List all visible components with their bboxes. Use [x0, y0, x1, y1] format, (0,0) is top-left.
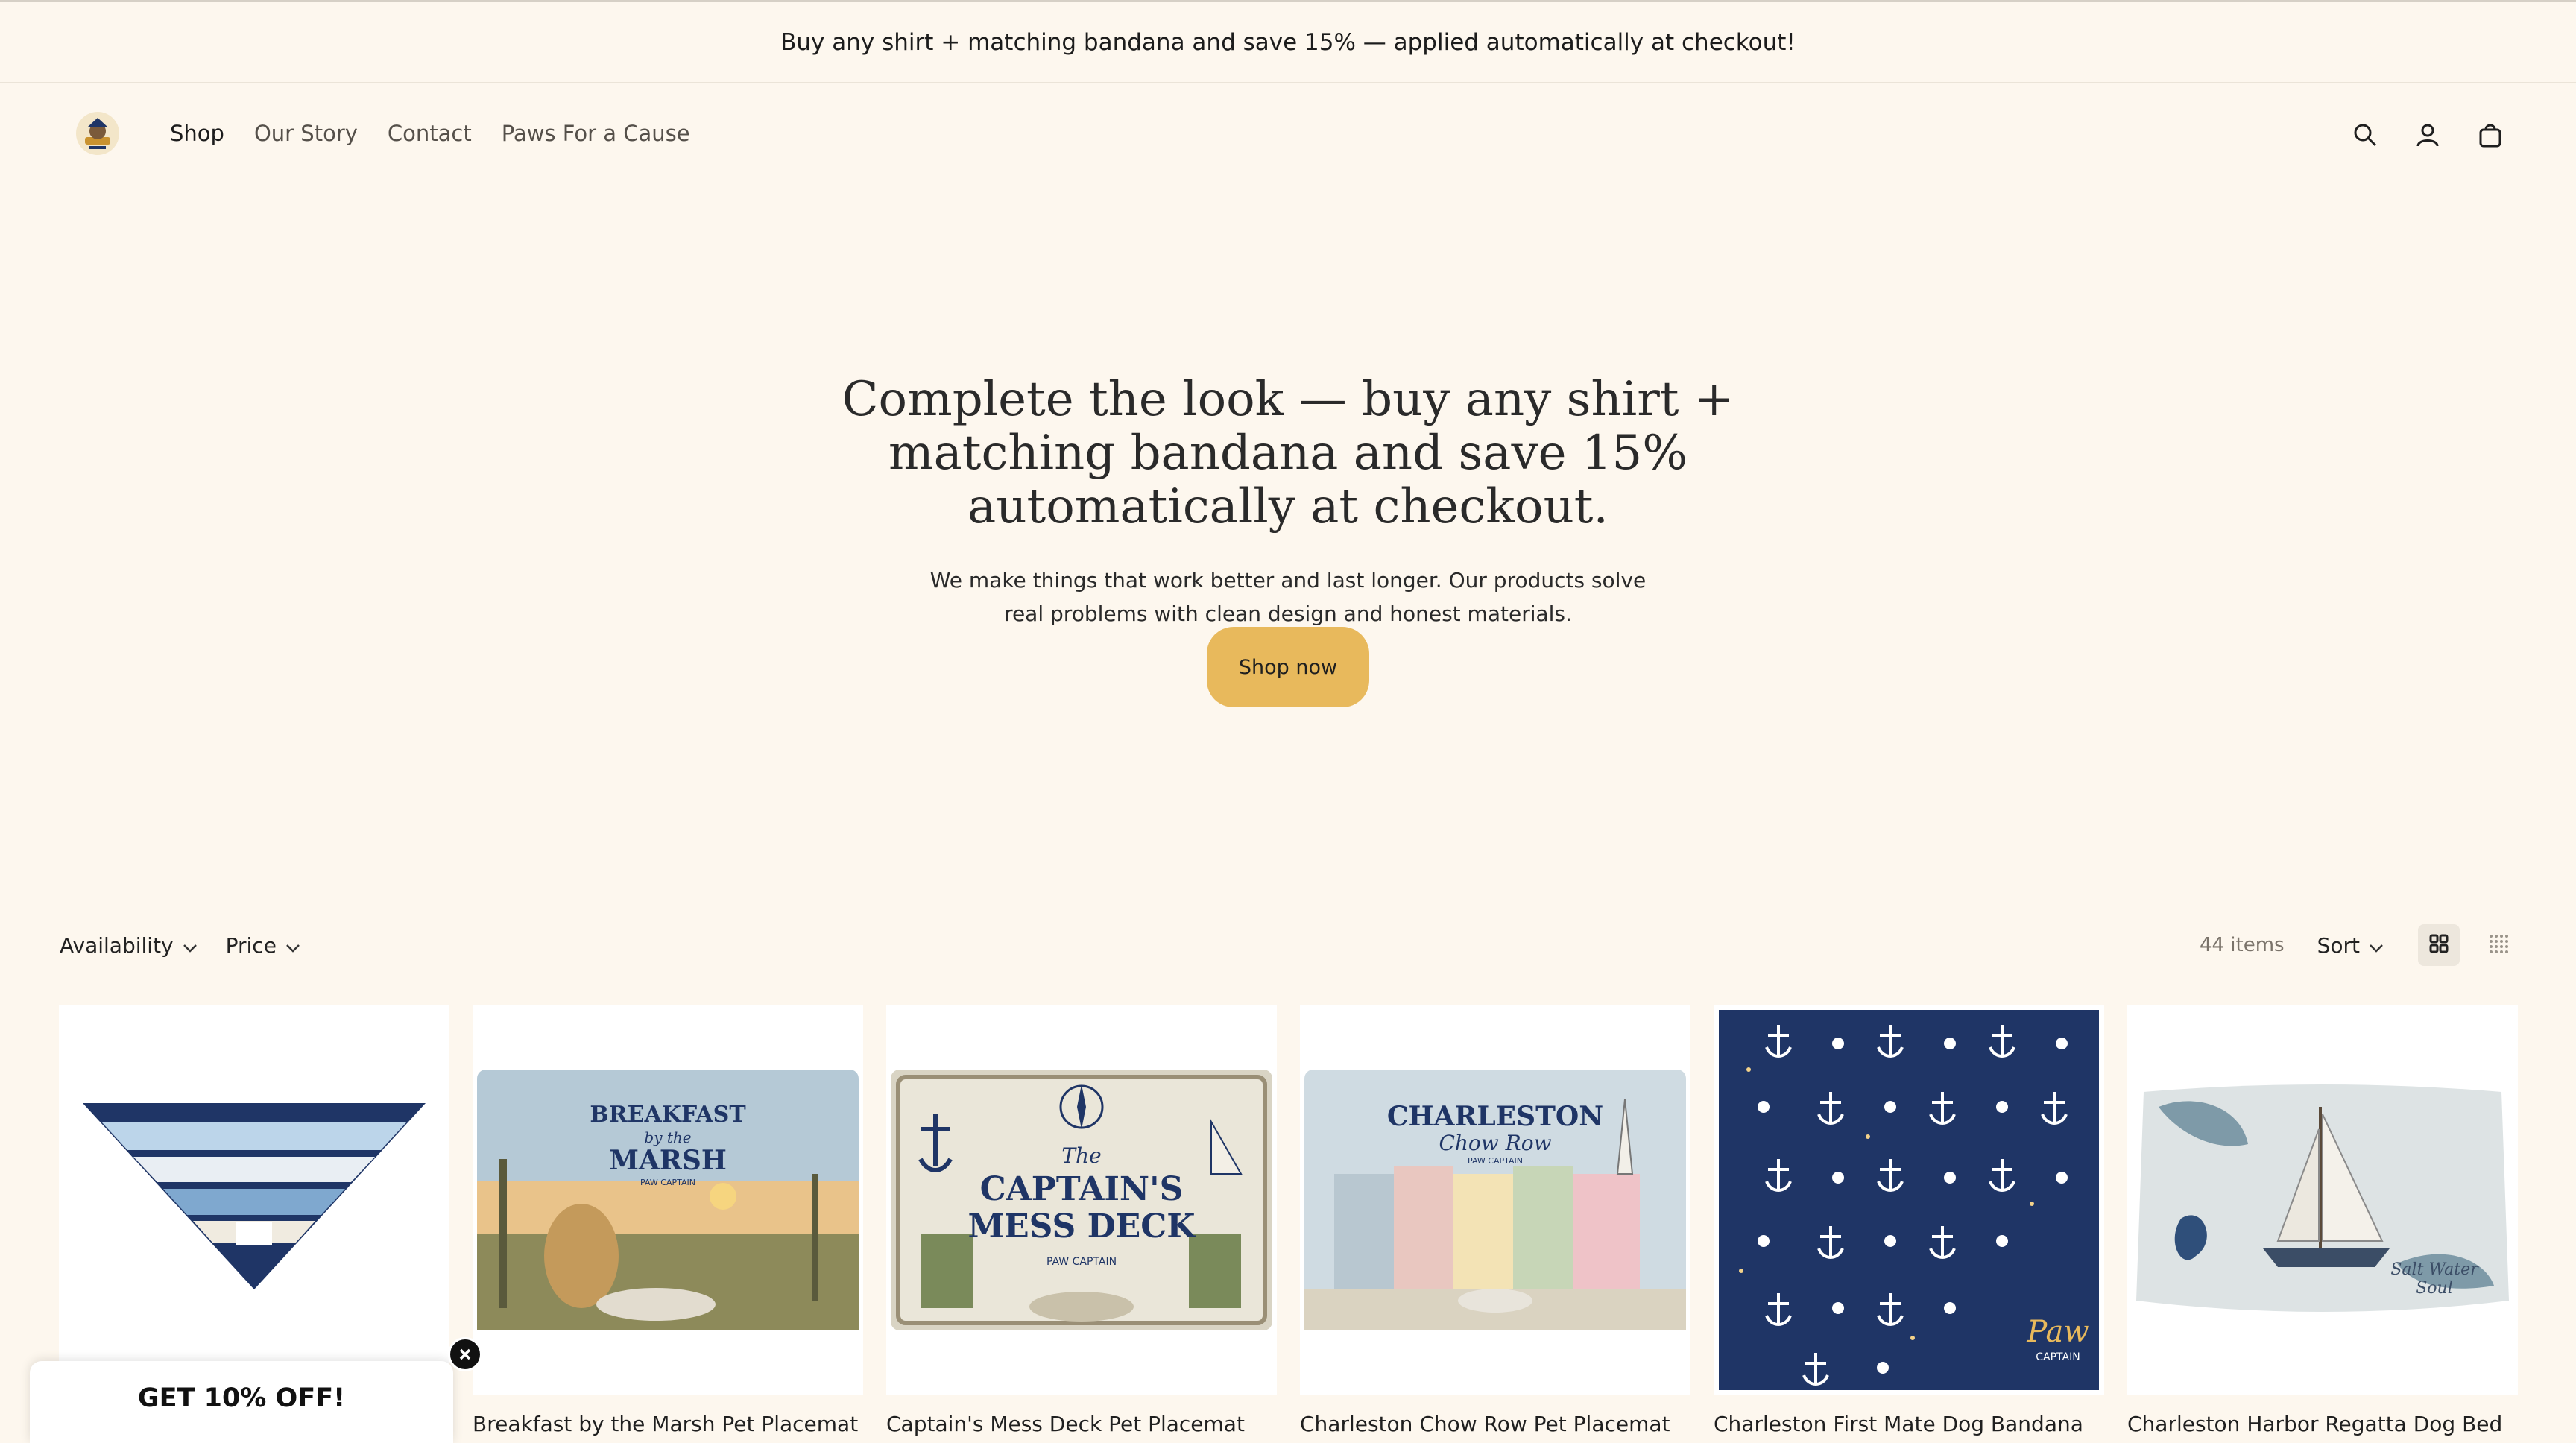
- product-title[interactable]: Breakfast by the Marsh Pet Placemat: [473, 1412, 863, 1436]
- product-image[interactable]: [59, 1005, 449, 1395]
- item-count: 44 items: [2199, 934, 2285, 956]
- product-card[interactable]: BREAKFAST by the MARSH PAW CAPTAIN Break…: [473, 1005, 863, 1436]
- product-image[interactable]: The CAPTAIN'S MESS DECK PAW CAPTAIN: [886, 1005, 1277, 1395]
- product-title[interactable]: Charleston First Mate Dog Bandana: [1714, 1412, 2104, 1436]
- main-nav: Shop Our Story Contact Paws For a Cause: [170, 121, 690, 146]
- svg-text:Salt Water: Salt Water: [2390, 1260, 2479, 1279]
- svg-text:CAPTAIN: CAPTAIN: [2036, 1351, 2080, 1363]
- product-image[interactable]: BREAKFAST by the MARSH PAW CAPTAIN: [473, 1005, 863, 1395]
- header-icons: [2346, 116, 2509, 154]
- grid-large-icon: [2428, 933, 2449, 957]
- brand-logo[interactable]: [75, 110, 121, 157]
- nav-paws-for-a-cause[interactable]: Paws For a Cause: [502, 121, 690, 146]
- grid-view-large-button[interactable]: [2418, 924, 2460, 966]
- hero-title: Complete the look — buy any shirt + matc…: [842, 372, 1734, 534]
- grid-small-icon: [2488, 933, 2509, 957]
- popup-title[interactable]: GET 10% OFF!: [30, 1383, 453, 1413]
- svg-text:PAW CAPTAIN: PAW CAPTAIN: [1468, 1156, 1523, 1166]
- svg-text:PAW CAPTAIN: PAW CAPTAIN: [1046, 1256, 1117, 1268]
- account-icon[interactable]: [2409, 116, 2446, 154]
- product-image[interactable]: CHARLESTON Chow Row PAW CAPTAIN: [1300, 1005, 1690, 1395]
- sort-dropdown[interactable]: Sort: [2317, 933, 2384, 958]
- svg-text:by the: by the: [644, 1128, 691, 1146]
- availability-filter[interactable]: Availability: [60, 933, 198, 958]
- search-icon[interactable]: [2346, 116, 2384, 154]
- collection-toolbar: 44 items Sort: [2200, 924, 2519, 966]
- svg-text:MESS DECK: MESS DECK: [967, 1207, 1196, 1245]
- svg-text:MARSH: MARSH: [609, 1145, 727, 1176]
- svg-text:PAW CAPTAIN: PAW CAPTAIN: [640, 1178, 695, 1187]
- product-title[interactable]: Charleston Harbor Regatta Dog Bed: [2127, 1412, 2518, 1436]
- product-title[interactable]: Captain's Mess Deck Pet Placemat: [886, 1412, 1277, 1436]
- announcement-text: Buy any shirt + matching bandana and sav…: [780, 28, 1796, 56]
- svg-text:Paw: Paw: [2026, 1315, 2089, 1349]
- grid-view-small-button[interactable]: [2478, 924, 2519, 966]
- announcement-bar: Buy any shirt + matching bandana and sav…: [0, 0, 2576, 83]
- close-icon[interactable]: [448, 1337, 482, 1371]
- discount-popup[interactable]: GET 10% OFF!: [30, 1361, 453, 1443]
- product-title[interactable]: Charleston Chow Row Pet Placemat: [1300, 1412, 1690, 1436]
- chevron-down-icon: [285, 933, 300, 958]
- product-card[interactable]: The CAPTAIN'S MESS DECK PAW CAPTAIN Capt…: [886, 1005, 1277, 1436]
- nav-contact[interactable]: Contact: [388, 121, 472, 146]
- availability-label: Availability: [60, 933, 174, 958]
- nav-our-story[interactable]: Our Story: [254, 121, 358, 146]
- svg-text:CHARLESTON: CHARLESTON: [1387, 1101, 1603, 1132]
- svg-text:CAPTAIN'S: CAPTAIN'S: [980, 1170, 1184, 1208]
- hero-body: We make things that work better and last…: [929, 568, 1647, 626]
- price-filter[interactable]: Price: [226, 933, 300, 958]
- chevron-down-icon: [183, 933, 198, 958]
- product-card[interactable]: Salt Water Soul Charleston Harbor Regatt…: [2127, 1005, 2518, 1436]
- hero-section: Complete the look — buy any shirt + matc…: [0, 373, 2576, 631]
- svg-text:BREAKFAST: BREAKFAST: [590, 1102, 746, 1128]
- product-card[interactable]: CHARLESTON Chow Row PAW CAPTAIN Charlest…: [1300, 1005, 1690, 1436]
- cart-icon[interactable]: [2472, 116, 2509, 154]
- price-label: Price: [225, 933, 277, 958]
- product-image[interactable]: Salt Water Soul: [2127, 1005, 2518, 1395]
- filter-bar: Availability Price: [60, 933, 300, 958]
- sort-label: Sort: [2317, 932, 2360, 958]
- product-card[interactable]: Paw CAPTAIN Charleston First Mate Dog Ba…: [1714, 1005, 2104, 1436]
- svg-text:Soul: Soul: [2416, 1279, 2453, 1298]
- site-header: Shop Our Story Contact Paws For a Cause: [0, 83, 2576, 188]
- product-image[interactable]: Paw CAPTAIN: [1714, 1005, 2104, 1395]
- nav-shop[interactable]: Shop: [170, 121, 224, 146]
- svg-text:Chow Row: Chow Row: [1439, 1131, 1551, 1155]
- shop-now-button[interactable]: Shop now: [1207, 627, 1369, 707]
- chevron-down-icon: [2369, 933, 2384, 958]
- svg-text:The: The: [1061, 1143, 1101, 1168]
